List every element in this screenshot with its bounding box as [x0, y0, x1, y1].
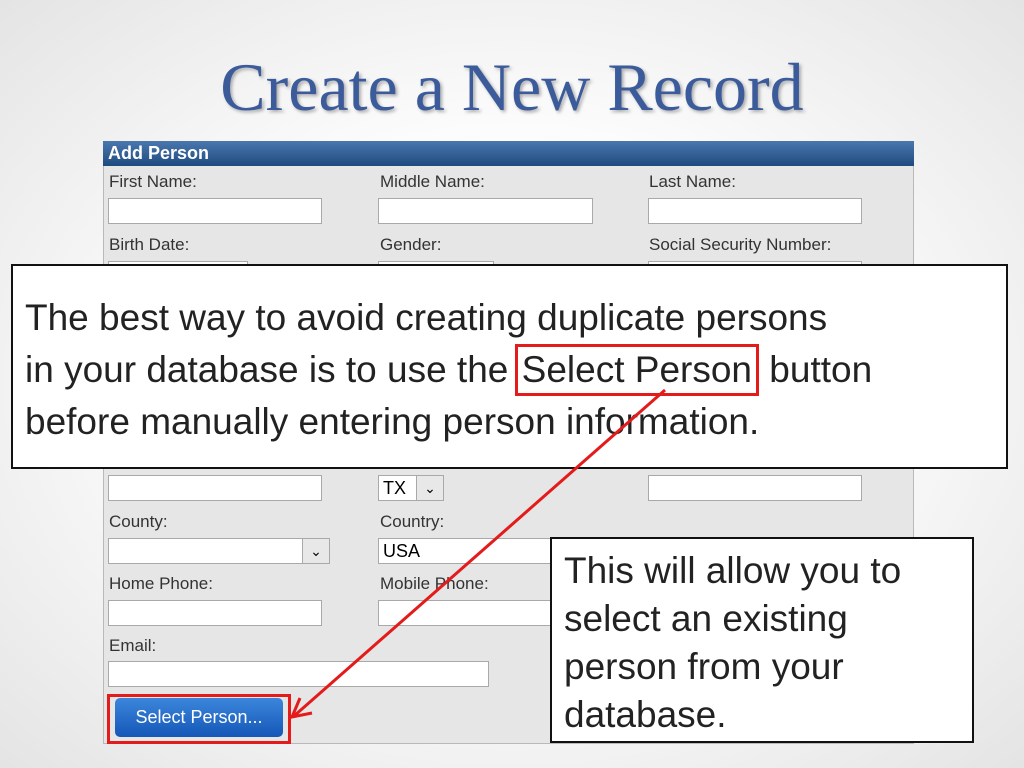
arrow-icon — [289, 388, 666, 720]
arrow-overlay — [289, 388, 666, 720]
